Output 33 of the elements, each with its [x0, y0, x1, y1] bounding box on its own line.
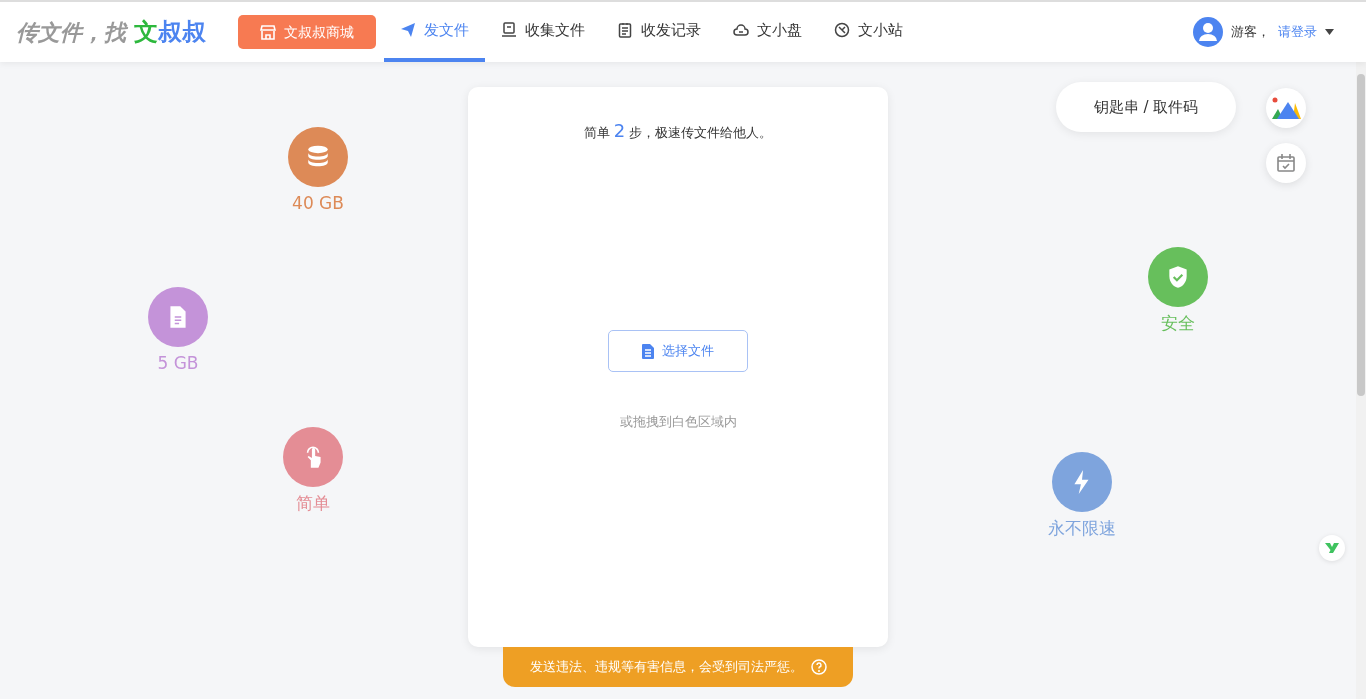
feature-label: 40 GB — [292, 192, 344, 215]
assistant-button[interactable] — [1319, 535, 1345, 561]
document-icon — [642, 343, 654, 359]
feature-label: 简单 — [296, 492, 330, 515]
feature-label: 5 GB — [157, 352, 199, 375]
help-icon[interactable] — [810, 659, 827, 675]
cloud-icon — [733, 22, 749, 38]
choose-file-button[interactable]: 选择文件 — [608, 330, 748, 372]
picture-icon — [1271, 97, 1301, 119]
nav-tab[interactable]: 发文件 — [384, 2, 485, 62]
warning-text: 发送违法、违规等有害信息，会受到司法严惩。 — [529, 658, 803, 677]
guest-label: 游客， — [1231, 23, 1270, 42]
scrollbar[interactable] — [1356, 62, 1366, 699]
login-link[interactable]: 请登录 — [1278, 22, 1317, 42]
feature-label: 安全 — [1161, 312, 1195, 335]
image-button[interactable] — [1266, 88, 1306, 128]
nav-tab[interactable]: 收集文件 — [485, 2, 601, 62]
pickup-code-button[interactable]: 钥匙串 / 取件码 — [1056, 82, 1236, 132]
upload-headline: 简单 2 步，极速传文件给他人。 — [583, 119, 773, 143]
nav-tab[interactable]: 文小站 — [818, 2, 919, 62]
nav-tab[interactable]: 文小盘 — [717, 2, 818, 62]
avatar-icon[interactable] — [1193, 17, 1223, 47]
feature-label: 永不限速 — [1048, 517, 1116, 540]
caret-icon[interactable] — [1325, 29, 1334, 35]
v-logo-icon — [1325, 543, 1339, 553]
record-icon — [617, 22, 633, 38]
calendar-button[interactable] — [1266, 143, 1306, 183]
store-icon — [260, 24, 276, 40]
send-icon — [400, 22, 416, 38]
nav-tab[interactable]: 收发记录 — [601, 2, 717, 62]
calendar-check-icon — [1276, 153, 1296, 173]
drop-hint: 或拖拽到白色区域内 — [619, 413, 737, 431]
site-logo[interactable]: 传文件，找 文叔叔 — [16, 14, 206, 50]
